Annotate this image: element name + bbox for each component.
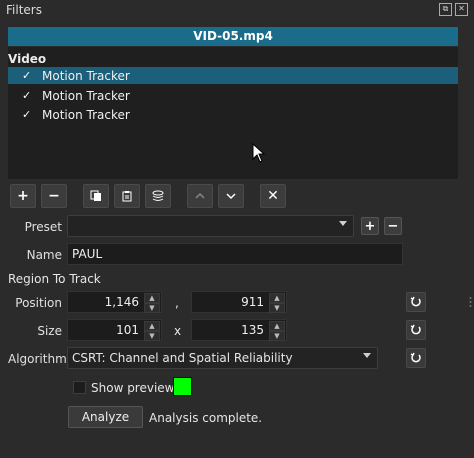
reset-icon — [410, 296, 421, 307]
position-label: Position — [15, 296, 62, 310]
reset-position-button[interactable] — [406, 292, 426, 312]
list-item-label: Motion Tracker — [42, 107, 130, 122]
resize-grip-icon[interactable] — [468, 296, 473, 308]
position-y-spinbox[interactable]: 911 ▲ ▼ — [191, 291, 287, 313]
size-label: Size — [37, 324, 62, 338]
name-field[interactable]: PAUL — [67, 243, 403, 265]
checkmark-icon[interactable]: ✓ — [22, 69, 36, 82]
preset-select[interactable] — [67, 215, 354, 237]
algorithm-value: CSRT: Channel and Spatial Reliability — [72, 351, 293, 365]
file-name-bar: VID-05.mp4 — [8, 27, 458, 46]
move-down-button[interactable] — [218, 184, 244, 208]
list-item[interactable]: ✓ Motion Tracker — [8, 106, 458, 123]
list-item[interactable]: ✓ Motion Tracker — [8, 87, 458, 104]
show-preview-label: Show preview — [91, 381, 175, 395]
mouse-cursor-icon — [252, 143, 266, 163]
position-x-spinbox[interactable]: 1,146 ▲ ▼ — [67, 291, 162, 313]
position-separator: , — [175, 296, 179, 310]
spin-up-icon[interactable]: ▲ — [269, 293, 285, 303]
spin-down-icon[interactable]: ▼ — [269, 331, 285, 341]
panel-title: Filters — [6, 3, 42, 17]
copy-filter-button[interactable] — [83, 184, 109, 208]
name-label: Name — [26, 248, 62, 262]
list-item-label: Motion Tracker — [42, 88, 130, 103]
chevron-down-icon — [339, 221, 347, 226]
reset-size-button[interactable] — [406, 320, 426, 340]
size-separator: x — [174, 324, 182, 338]
remove-preset-button[interactable]: − — [384, 217, 402, 235]
analysis-status: Analysis complete. — [149, 411, 263, 425]
position-x-value: 1,146 — [104, 295, 139, 309]
reset-icon — [410, 324, 421, 335]
undock-icon[interactable]: ⧉ — [439, 3, 452, 16]
region-section-label: Region To Track — [8, 272, 101, 286]
checkmark-icon[interactable]: ✓ — [22, 89, 36, 102]
close-panel-icon[interactable]: ✕ — [455, 3, 468, 16]
preview-color-swatch[interactable] — [173, 377, 192, 396]
spin-up-icon[interactable]: ▲ — [269, 321, 285, 331]
checkmark-icon[interactable]: ✓ — [22, 108, 36, 121]
spin-up-icon[interactable]: ▲ — [144, 293, 160, 303]
stack-icon — [152, 190, 164, 201]
move-up-button[interactable] — [187, 184, 213, 208]
spin-up-icon[interactable]: ▲ — [144, 321, 160, 331]
analyze-button[interactable]: Analyze — [68, 406, 143, 428]
show-preview-checkbox[interactable] — [73, 381, 86, 394]
paste-icon — [122, 191, 132, 202]
chevron-down-icon — [226, 193, 236, 200]
size-height-value: 135 — [241, 323, 264, 337]
list-item-label: Motion Tracker — [42, 68, 130, 83]
add-preset-button[interactable]: + — [361, 217, 379, 235]
size-width-value: 101 — [116, 323, 139, 337]
add-filter-button[interactable]: + — [10, 184, 36, 208]
remove-filter-button[interactable]: − — [41, 184, 67, 208]
title-actions: ⧉ ✕ — [439, 3, 468, 16]
chevron-down-icon — [363, 353, 371, 358]
chevron-up-icon — [195, 192, 205, 199]
algorithm-label: Algorithm — [8, 352, 67, 366]
list-item[interactable]: ✓ Motion Tracker — [8, 67, 458, 84]
reset-algorithm-button[interactable] — [406, 348, 426, 368]
save-preset-button[interactable] — [145, 184, 171, 208]
preset-label: Preset — [24, 220, 62, 234]
size-width-spinbox[interactable]: 101 ▲ ▼ — [67, 319, 162, 341]
position-y-value: 911 — [241, 295, 264, 309]
paste-filter-button[interactable] — [114, 184, 140, 208]
size-height-spinbox[interactable]: 135 ▲ ▼ — [191, 319, 287, 341]
spin-down-icon[interactable]: ▼ — [269, 303, 285, 313]
copy-icon — [90, 190, 101, 201]
reset-icon — [410, 352, 421, 363]
spin-down-icon[interactable]: ▼ — [144, 303, 160, 313]
algorithm-select[interactable]: CSRT: Channel and Spatial Reliability — [67, 347, 378, 369]
spin-down-icon[interactable]: ▼ — [144, 331, 160, 341]
filter-toolbar: + − ✕ — [10, 184, 286, 208]
deselect-filter-button[interactable]: ✕ — [260, 184, 286, 208]
list-header: Video — [8, 52, 47, 66]
